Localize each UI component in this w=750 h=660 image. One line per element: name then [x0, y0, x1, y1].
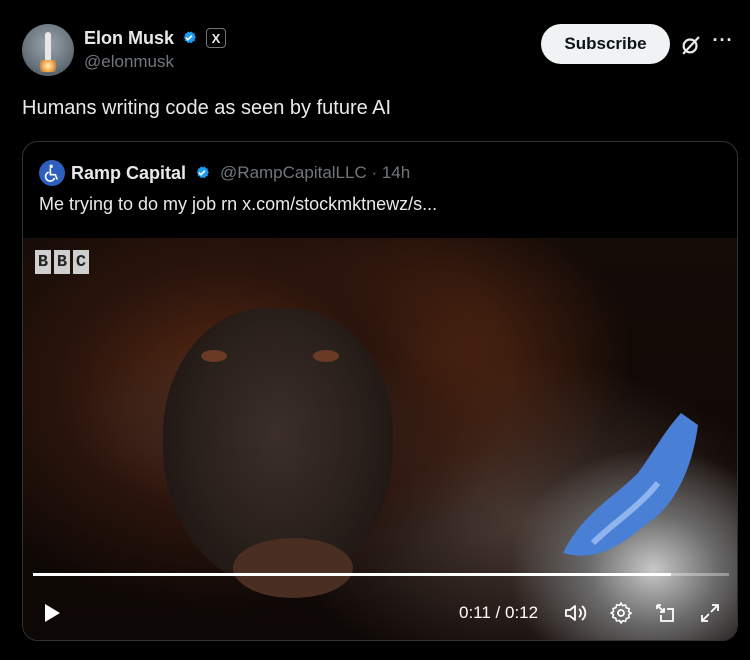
orangutan-mouth-image: [233, 538, 353, 598]
video-time: 0:11 / 0:12: [459, 603, 539, 622]
play-icon[interactable]: [41, 601, 63, 625]
subscribe-button[interactable]: Subscribe: [541, 24, 670, 64]
picture-in-picture-icon[interactable]: [653, 601, 677, 625]
bbc-letter: C: [73, 250, 89, 274]
left-eye-image: [201, 350, 227, 362]
video-controls: 0:11 / 0:12: [23, 593, 737, 633]
video-progress-fill: [33, 573, 672, 576]
author-handle[interactable]: @elonmusk: [84, 52, 174, 72]
post-text: Humans writing code as seen by future AI: [22, 97, 392, 119]
grok-icon[interactable]: [680, 34, 702, 56]
quoted-post-text: Me trying to do my job rn x.com/stockmkt…: [39, 194, 438, 214]
volume-icon[interactable]: [563, 601, 587, 625]
author-avatar[interactable]: [22, 24, 74, 76]
blue-bottle-image: [563, 413, 698, 556]
rocket-image: [45, 32, 51, 62]
video-progress-bar[interactable]: [33, 573, 729, 576]
quoted-handle-time[interactable]: @RampCapitalLLC · 14h: [220, 163, 410, 183]
quoted-author-name[interactable]: Ramp Capital: [71, 163, 186, 184]
author-name-row: Elon Musk X: [84, 26, 227, 50]
bbc-letter: B: [54, 250, 70, 274]
quoted-verified-badge-icon: [196, 166, 210, 179]
rocket-flame-image: [40, 60, 56, 72]
x-affiliation-badge[interactable]: X: [206, 28, 227, 48]
bbc-letter: B: [35, 250, 51, 274]
more-icon[interactable]: ···: [708, 30, 738, 54]
video-player[interactable]: B B C 0:11 / 0:12: [23, 238, 737, 640]
fullscreen-icon[interactable]: [698, 601, 722, 625]
author-name[interactable]: Elon Musk: [84, 28, 174, 49]
quoted-post-header: Ramp Capital @RampCapitalLLC · 14h: [39, 160, 410, 186]
quoted-post-card[interactable]: Ramp Capital @RampCapitalLLC · 14h Me tr…: [22, 141, 738, 641]
wheelchair-icon: [44, 164, 58, 182]
bbc-watermark: B B C: [35, 250, 89, 274]
verified-badge-icon: [183, 31, 197, 44]
quoted-author-avatar[interactable]: [39, 160, 65, 186]
right-eye-image: [313, 350, 339, 362]
settings-gear-icon[interactable]: [609, 601, 633, 625]
